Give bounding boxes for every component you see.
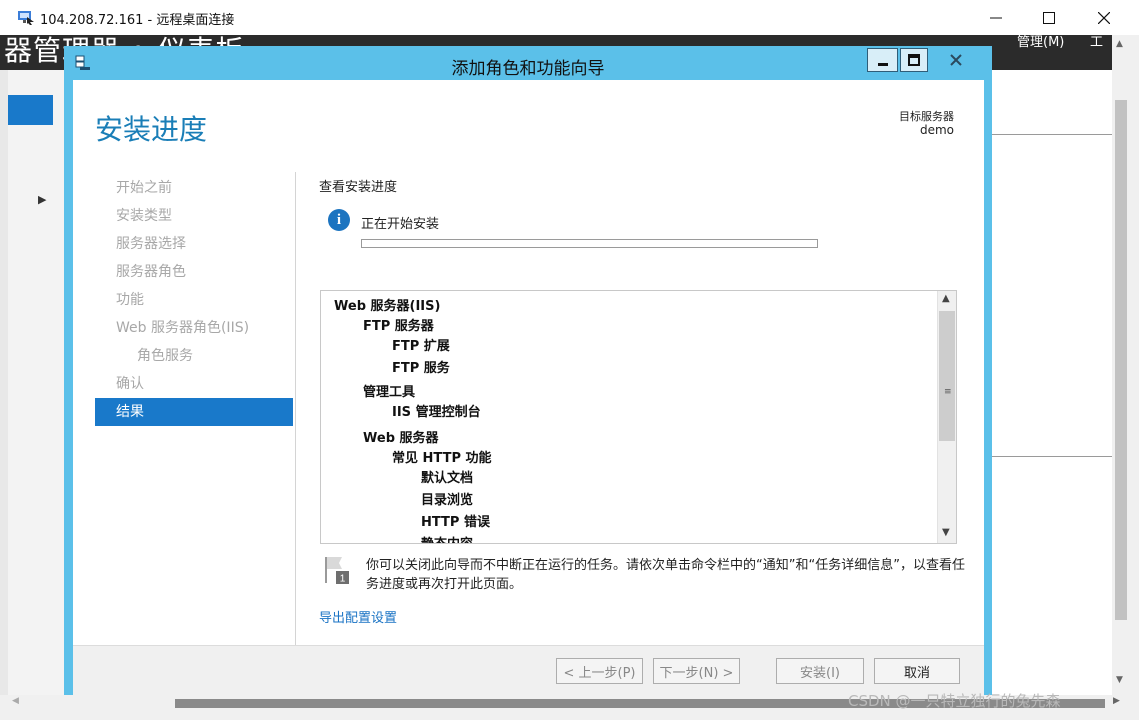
scroll-left-icon[interactable]: ◀ [12, 696, 19, 706]
scroll-up-icon[interactable]: ▲ [1116, 39, 1123, 49]
close-icon [1098, 11, 1110, 24]
step-item: 服务器角色 [116, 264, 186, 280]
rdp-maximize-button[interactable] [1021, 0, 1077, 35]
export-config-link[interactable]: 导出配置设置 [319, 607, 397, 626]
tree-item: FTP 扩展 [392, 339, 450, 354]
tree-item: HTTP 错误 [421, 515, 490, 530]
wizard-close-button[interactable] [930, 48, 982, 72]
install-status-text: 正在开始安装 [361, 217, 440, 232]
server-manager-nav-selected[interactable] [8, 95, 53, 125]
wizard-minimize-button[interactable] [867, 48, 898, 72]
cancel-button[interactable]: 取消 [874, 658, 960, 684]
step-item[interactable]: 结果 [95, 398, 293, 426]
tree-item: IIS 管理控制台 [392, 405, 481, 420]
tree-item: 目录浏览 [421, 493, 474, 508]
svg-text:1: 1 [340, 574, 346, 585]
expand-arrow-icon[interactable]: ▶ [38, 193, 46, 206]
rdp-titlebar: 104.208.72.161 - 远程桌面连接 [0, 0, 1139, 35]
scroll-thumb[interactable]: ≡ [939, 311, 955, 441]
divider [992, 456, 1112, 457]
server-manager-nav [8, 70, 66, 695]
tree-scrollbar[interactable]: ▲ ≡ ▼ [937, 291, 956, 543]
wizard-maximize-button[interactable] [900, 48, 928, 72]
step-item: 服务器选择 [116, 236, 186, 252]
maximize-icon [1043, 11, 1055, 24]
rdp-minimize-button[interactable] [968, 0, 1024, 35]
tree-item: 常见 HTTP 功能 [392, 451, 492, 466]
next-button[interactable]: 下一步(N) > [653, 658, 740, 684]
step-item: 功能 [116, 292, 144, 308]
tree-item: 静态内容 [421, 533, 473, 543]
wizard-content: 安装进度 目标服务器 demo 开始之前安装类型服务器选择服务器角色功能 Web … [73, 80, 984, 695]
scroll-down-icon[interactable]: ▼ [1116, 675, 1123, 685]
menu-tools[interactable]: 工 [1090, 35, 1103, 50]
wizard-steps-nav: 开始之前安装类型服务器选择服务器角色功能 Web 服务器角色(IIS) 角色服务确认… [95, 174, 293, 426]
tree-item: FTP 服务器 [363, 319, 434, 334]
previous-button[interactable]: < 上一步(P) [556, 658, 643, 684]
minimize-icon [877, 63, 888, 66]
tree-item: FTP 服务 [392, 361, 450, 376]
tree-item: 管理工具 [363, 385, 416, 400]
scroll-up-icon[interactable]: ▲ [942, 293, 950, 304]
install-button[interactable]: 安装(I) [776, 658, 864, 684]
tree-item: 默认文档 [421, 471, 474, 486]
background-task-note: 你可以关闭此向导而不中断正在运行的任务。请依次单击命令栏中的“通知”和“任务详细… [366, 558, 965, 592]
target-server-label: 目标服务器 [899, 110, 954, 123]
rdp-close-button[interactable] [1076, 0, 1132, 35]
page-title: 安装进度 [95, 113, 208, 146]
remote-desktop-icon [18, 11, 34, 25]
feature-tree-list[interactable]: Web 服务器(IIS) FTP 服务器 FTP 扩展 FTP 服务管理工具 IIS 管… [320, 290, 957, 544]
target-server-value: demo [919, 123, 954, 137]
divider [295, 172, 296, 670]
minimize-icon [990, 17, 1002, 18]
wizard-title: 添加角色和功能向导 [451, 59, 605, 79]
step-item: 安装类型 [116, 208, 172, 224]
add-roles-wizard-window: 添加角色和功能向导 安装进度 目标服务器 demo 开始之前安装类型服务器选择服… [64, 46, 992, 695]
wizard-footer: < 上一步(P) 下一步(N) > 安装(I) 取消 [73, 645, 984, 695]
tree-item: Web 服务器(IIS) [334, 299, 441, 314]
remote-vertical-scrollbar[interactable]: ▲ ▼ [1112, 35, 1132, 695]
wizard-titlebar: 添加角色和功能向导 [64, 46, 992, 80]
step-item: 确认 [116, 376, 144, 392]
close-icon [950, 54, 962, 66]
info-icon: i [328, 209, 350, 231]
scroll-down-icon[interactable]: ▼ [942, 527, 950, 538]
notification-flag-icon: 1 [325, 557, 349, 585]
server-manager-left-strip [0, 70, 8, 695]
step-item: Web 服务器角色(IIS) [116, 320, 250, 336]
tree-item: Web 服务器 [363, 431, 439, 446]
maximize-icon [908, 54, 920, 66]
step-item: 开始之前 [116, 180, 172, 196]
scroll-thumb[interactable] [1115, 100, 1127, 620]
divider [992, 134, 1112, 135]
install-progress-bar [361, 239, 818, 248]
watermark: CSDN @一只特立独行的兔先森 [848, 692, 1061, 710]
rdp-window-title: 104.208.72.161 - 远程桌面连接 [40, 13, 235, 28]
step-item: 角色服务 [137, 348, 193, 364]
section-label: 查看安装进度 [319, 180, 398, 195]
menu-manage[interactable]: 管理(M) [1017, 35, 1064, 50]
scroll-right-icon[interactable]: ▶ [1113, 696, 1120, 706]
grip-icon: ≡ [944, 387, 952, 397]
